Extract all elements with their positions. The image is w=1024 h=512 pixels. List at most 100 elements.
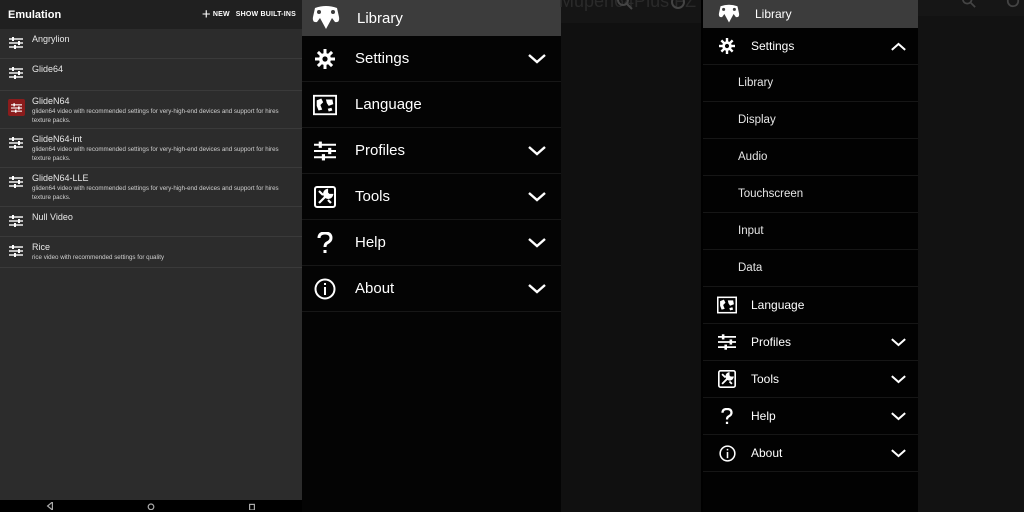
app-background: Mupen64Plus FZ Edition — [559, 0, 756, 512]
new-profile-button[interactable]: + NEW — [202, 7, 230, 22]
refresh-icon[interactable] — [670, 0, 686, 10]
profile-row-gliden64-lle[interactable]: GlideN64-LLE gliden64 video with recomme… — [0, 168, 302, 207]
drawer-item-tools[interactable]: Tools — [302, 174, 561, 220]
sliders-icon — [0, 33, 32, 49]
tools-icon — [313, 185, 337, 208]
chevron-up-icon[interactable] — [888, 42, 908, 51]
sliders-icon — [0, 241, 32, 257]
drawer-item-settings-expanded[interactable]: Settings — [703, 28, 918, 65]
tools-icon — [717, 370, 737, 388]
profile-description: gliden64 video with recommended settings… — [32, 185, 279, 201]
sub-item-label: Audio — [738, 151, 768, 163]
drawer-header-label: Library — [755, 7, 792, 21]
settings-sub-data[interactable]: Data — [703, 250, 918, 287]
profile-list: Angrylion Glide64 GlideN64 gliden64 vide… — [0, 29, 302, 268]
profile-name: Angrylion — [32, 34, 70, 44]
drawer-item-language[interactable]: Language — [703, 287, 918, 324]
new-label: NEW — [212, 11, 230, 18]
info-icon — [313, 278, 337, 300]
sub-item-label: Input — [738, 225, 764, 237]
drawer-item-help[interactable]: Help — [302, 220, 561, 266]
profile-row-angrylion[interactable]: Angrylion — [0, 29, 302, 59]
globe-map-icon — [313, 94, 337, 116]
show-builtins-button[interactable]: SHOW BUILT-INS — [236, 11, 296, 18]
drawer-item-profiles[interactable]: Profiles — [302, 128, 561, 174]
chevron-down-icon[interactable] — [525, 191, 549, 202]
settings-sub-touchscreen[interactable]: Touchscreen — [703, 176, 918, 213]
search-icon[interactable] — [962, 0, 976, 8]
settings-sub-audio[interactable]: Audio — [703, 139, 918, 176]
settings-sub-display[interactable]: Display — [703, 102, 918, 139]
navigation-drawer: Library Settings Language Profiles Tools… — [302, 0, 561, 512]
drawer-item-label: Help — [355, 234, 386, 251]
sub-item-label: Data — [738, 262, 763, 274]
drawer-item-label: About — [751, 446, 783, 460]
emulation-title: Emulation — [8, 8, 62, 21]
drawer-item-tools[interactable]: Tools — [703, 361, 918, 398]
drawer-item-language[interactable]: Language — [302, 82, 561, 128]
sub-item-label: Display — [738, 114, 776, 126]
search-icon[interactable] — [617, 0, 633, 10]
globe-map-icon — [717, 296, 737, 314]
drawer-item-label: About — [355, 280, 395, 297]
drawer-item-library[interactable]: Library — [703, 0, 918, 28]
drawer-item-label: Profiles — [751, 335, 792, 349]
sub-item-label: Library — [738, 77, 774, 89]
drawer-item-library[interactable]: Library — [302, 0, 561, 36]
drawer-item-about[interactable]: About — [302, 266, 561, 312]
gear-icon — [313, 48, 337, 69]
sliders-icon — [0, 63, 32, 79]
profile-row-rice[interactable]: Rice rice video with recommended setting… — [0, 237, 302, 268]
drawer-item-profiles[interactable]: Profiles — [703, 324, 918, 361]
profile-name: Rice — [32, 242, 51, 252]
chevron-down-icon[interactable] — [525, 283, 549, 294]
profile-row-glide64[interactable]: Glide64 — [0, 59, 302, 91]
drawer-item-label: Profiles — [355, 142, 406, 159]
back-nav-icon[interactable] — [46, 502, 54, 510]
sliders-icon — [313, 141, 337, 161]
sliders-icon — [0, 133, 32, 149]
profile-name: Null Video — [32, 212, 73, 222]
sub-item-label: Touchscreen — [738, 188, 804, 200]
chevron-down-icon[interactable] — [888, 374, 908, 384]
drawer-item-label: Tools — [355, 188, 391, 205]
gamepad-icon — [718, 4, 740, 23]
profile-description: gliden64 video with recommended settings… — [32, 146, 279, 162]
profile-name: GlideN64 — [32, 96, 70, 106]
chevron-down-icon[interactable] — [888, 448, 908, 458]
drawer-item-label: Settings — [751, 39, 795, 53]
chevron-down-icon[interactable] — [525, 237, 549, 248]
drawer-item-settings[interactable]: Settings — [302, 36, 561, 82]
settings-sub-library[interactable]: Library — [703, 65, 918, 102]
sliders-icon — [0, 172, 32, 188]
profile-row-gliden64-int[interactable]: GlideN64-int gliden64 video with recomme… — [0, 129, 302, 168]
android-nav-bar — [0, 500, 302, 512]
chevron-down-icon[interactable] — [888, 411, 908, 421]
profile-description: rice video with recommended settings for… — [32, 254, 165, 261]
refresh-icon[interactable] — [1006, 0, 1020, 8]
profile-row-null-video[interactable]: Null Video — [0, 207, 302, 237]
drawer-item-label: Language — [751, 298, 805, 312]
gear-icon — [717, 38, 737, 54]
profile-row-gliden64[interactable]: GlideN64 gliden64 video with recommended… — [0, 91, 302, 129]
home-nav-icon[interactable] — [147, 502, 155, 510]
chevron-down-icon[interactable] — [888, 337, 908, 347]
drawer-item-label: Help — [751, 409, 776, 423]
profile-description: gliden64 video with recommended settings… — [32, 108, 279, 124]
drawer-item-label: Settings — [355, 50, 410, 67]
sliders-icon-highlighted — [7, 99, 25, 116]
sliders-icon — [0, 211, 32, 227]
settings-sub-input[interactable]: Input — [703, 213, 918, 250]
drawer-header-label: Library — [357, 9, 403, 27]
profile-name: Glide64 — [32, 64, 64, 74]
question-icon — [717, 407, 737, 425]
drawer-item-help[interactable]: Help — [703, 398, 918, 435]
drawer-item-about[interactable]: About — [703, 435, 918, 472]
profile-name: GlideN64-int — [32, 134, 83, 144]
chevron-down-icon[interactable] — [525, 53, 549, 64]
recents-nav-icon[interactable] — [248, 502, 256, 510]
chevron-down-icon[interactable] — [525, 145, 549, 156]
sliders-icon — [717, 334, 737, 350]
plus-icon: + — [201, 6, 211, 23]
profile-name: GlideN64-LLE — [32, 173, 89, 183]
